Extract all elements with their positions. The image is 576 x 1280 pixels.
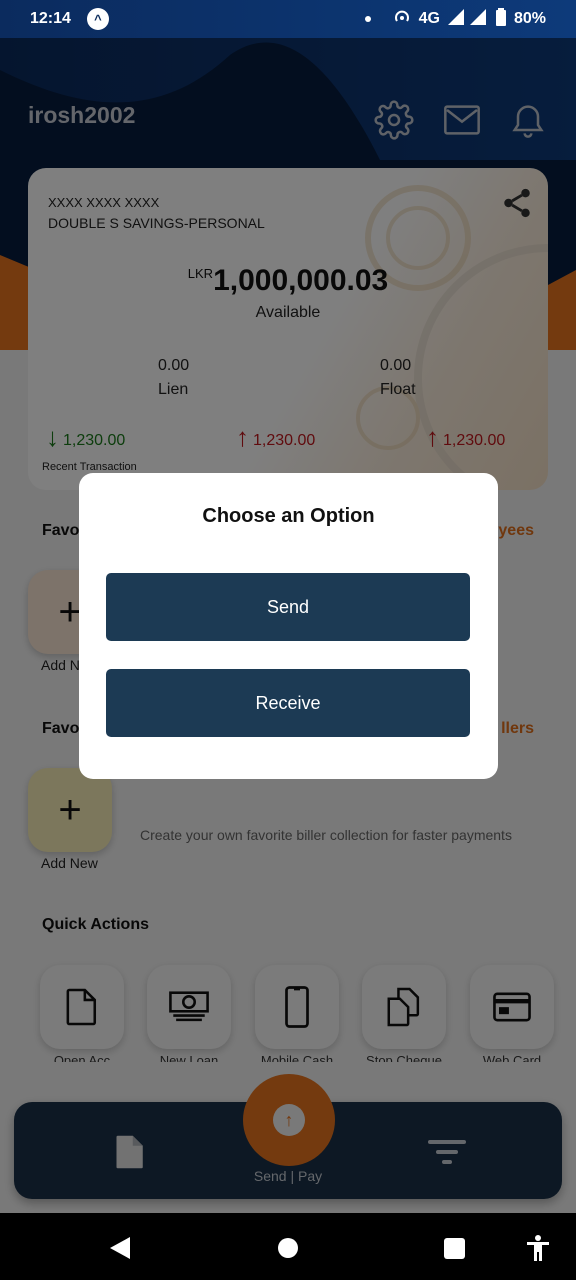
receive-button[interactable]: Receive bbox=[106, 669, 470, 737]
app-notification-icon: ^ bbox=[86, 8, 109, 30]
signal-icon bbox=[447, 8, 488, 30]
status-indicators: 4G 80% bbox=[364, 7, 546, 31]
accessibility-icon[interactable] bbox=[527, 1235, 549, 1266]
dialog-title: Choose an Option bbox=[202, 505, 375, 527]
system-navigation-bar bbox=[0, 1213, 576, 1280]
send-button[interactable]: Send bbox=[106, 573, 470, 641]
battery-level: 80% bbox=[513, 10, 546, 27]
notification-dot-icon bbox=[364, 16, 371, 22]
choose-option-dialog: Choose an Option Send Receive bbox=[79, 473, 498, 779]
status-time: 12:14 bbox=[30, 10, 71, 27]
status-bar: 12:14 ^ 4G 80% bbox=[0, 0, 576, 38]
hotspot-icon bbox=[393, 9, 411, 30]
battery-icon bbox=[495, 7, 506, 31]
back-icon[interactable] bbox=[110, 1237, 132, 1264]
network-type: 4G bbox=[418, 10, 440, 27]
home-icon[interactable] bbox=[278, 1238, 298, 1258]
recents-icon[interactable] bbox=[444, 1238, 465, 1259]
